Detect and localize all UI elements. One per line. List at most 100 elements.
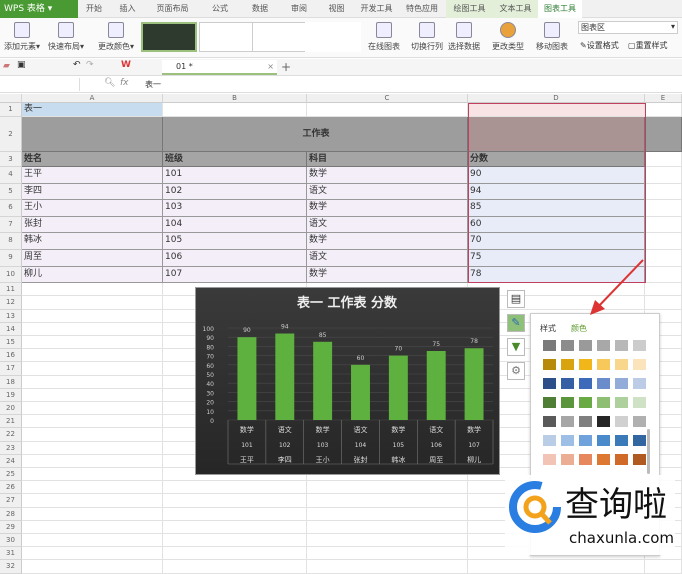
- color-swatch[interactable]: [633, 359, 646, 370]
- tab-color[interactable]: 颜色: [571, 323, 587, 334]
- tab-6[interactable]: 视图: [318, 0, 355, 18]
- color-swatch[interactable]: [633, 340, 646, 351]
- row-header[interactable]: 16: [0, 349, 22, 363]
- redo-icon[interactable]: ↷: [86, 60, 94, 70]
- color-swatch[interactable]: [543, 378, 556, 389]
- color-swatch[interactable]: [543, 359, 556, 370]
- cell[interactable]: 分数: [468, 152, 645, 167]
- tab-4[interactable]: 数据: [240, 0, 280, 18]
- color-swatch[interactable]: [615, 340, 628, 351]
- color-swatch[interactable]: [543, 435, 556, 446]
- color-swatch[interactable]: [633, 454, 646, 465]
- color-swatch[interactable]: [633, 397, 646, 408]
- cell[interactable]: [163, 560, 307, 574]
- cell[interactable]: [645, 152, 682, 167]
- cell[interactable]: 102: [163, 183, 307, 201]
- new-tab-button[interactable]: +: [281, 60, 291, 74]
- cell[interactable]: [22, 296, 163, 310]
- cell[interactable]: 语文: [307, 250, 468, 267]
- row-header[interactable]: 8: [0, 233, 22, 250]
- move-chart-button[interactable]: 移动图表: [536, 22, 568, 52]
- row-header[interactable]: 13: [0, 309, 22, 323]
- cell[interactable]: 数学: [307, 167, 468, 184]
- row-header[interactable]: 20: [0, 402, 22, 416]
- close-tab-icon[interactable]: ×: [267, 60, 277, 74]
- tab-style[interactable]: 样式: [540, 323, 556, 334]
- color-swatch[interactable]: [615, 397, 628, 408]
- wps-app-menu-button[interactable]: WPS 表格 ▾: [0, 0, 78, 18]
- chart-style-1[interactable]: [141, 22, 197, 52]
- cell[interactable]: [307, 520, 468, 534]
- cell[interactable]: [163, 103, 307, 117]
- cell-title[interactable]: 工作表: [163, 117, 468, 152]
- color-swatch[interactable]: [561, 416, 574, 427]
- row-header[interactable]: 1: [0, 103, 22, 117]
- cell[interactable]: 103: [163, 200, 307, 217]
- chart-style-brush-button[interactable]: ✎: [507, 314, 525, 332]
- cell[interactable]: [22, 375, 163, 389]
- color-swatch[interactable]: [597, 397, 610, 408]
- change-color-button[interactable]: 更改颜色▾: [98, 22, 134, 52]
- cell[interactable]: [645, 183, 682, 201]
- switch-row-col-button[interactable]: 切换行列: [411, 22, 443, 52]
- cell[interactable]: 周至: [22, 250, 163, 267]
- cell[interactable]: [22, 322, 163, 336]
- tab-9[interactable]: 绘图工具: [446, 0, 493, 18]
- row-header[interactable]: 6: [0, 200, 22, 217]
- column-header-D[interactable]: D: [468, 94, 645, 103]
- quick-layout-button[interactable]: 快速布局▾: [48, 22, 84, 52]
- cell[interactable]: 数学: [307, 200, 468, 217]
- cell[interactable]: [307, 547, 468, 561]
- cell[interactable]: [22, 468, 163, 482]
- cell[interactable]: 科目: [307, 152, 468, 167]
- column-header-E[interactable]: E: [645, 94, 682, 103]
- row-header[interactable]: 7: [0, 216, 22, 234]
- cell[interactable]: 104: [163, 216, 307, 234]
- cell[interactable]: [645, 216, 682, 234]
- row-header[interactable]: 30: [0, 534, 22, 548]
- cell[interactable]: [307, 560, 468, 574]
- color-swatch[interactable]: [543, 416, 556, 427]
- wps-icon[interactable]: W: [121, 60, 131, 70]
- cell[interactable]: 语文: [307, 183, 468, 201]
- cell[interactable]: 94: [468, 183, 645, 201]
- cell[interactable]: [307, 494, 468, 508]
- cell[interactable]: [307, 507, 468, 521]
- save-icon[interactable]: ▣: [17, 60, 26, 70]
- row-header[interactable]: 3: [0, 152, 22, 167]
- row-header[interactable]: 26: [0, 481, 22, 495]
- cell[interactable]: 90: [468, 167, 645, 184]
- cell[interactable]: 语文: [307, 216, 468, 234]
- color-swatch[interactable]: [561, 340, 574, 351]
- cell[interactable]: 王平: [22, 167, 163, 184]
- color-swatch[interactable]: [615, 416, 628, 427]
- undo-icon[interactable]: ↶: [73, 60, 81, 70]
- color-swatch[interactable]: [597, 359, 610, 370]
- formula-input[interactable]: 表一: [145, 79, 675, 90]
- color-swatch[interactable]: [579, 416, 592, 427]
- color-swatch[interactable]: [561, 435, 574, 446]
- row-header[interactable]: 32: [0, 560, 22, 574]
- color-swatch[interactable]: [633, 378, 646, 389]
- row-header[interactable]: 31: [0, 547, 22, 561]
- set-format-button[interactable]: ✎设置格式: [580, 40, 619, 51]
- color-swatch[interactable]: [597, 378, 610, 389]
- panel-scrollbar[interactable]: [647, 429, 650, 474]
- color-swatch[interactable]: [615, 454, 628, 465]
- select-all-corner[interactable]: [0, 94, 22, 103]
- color-swatch[interactable]: [579, 435, 592, 446]
- tab-8[interactable]: 特色应用: [398, 0, 446, 18]
- row-header[interactable]: 14: [0, 322, 22, 336]
- add-element-button[interactable]: 添加元素▾: [4, 22, 40, 52]
- row-header[interactable]: 24: [0, 454, 22, 468]
- cell[interactable]: [22, 454, 163, 468]
- chart-elements-button[interactable]: ▤: [507, 290, 525, 308]
- cell[interactable]: [22, 283, 163, 297]
- cell[interactable]: 数学: [307, 233, 468, 250]
- cell[interactable]: 姓名: [22, 152, 163, 167]
- cell[interactable]: [22, 507, 163, 521]
- row-header[interactable]: 18: [0, 375, 22, 389]
- chart-style-3[interactable]: [252, 22, 308, 52]
- cell[interactable]: [163, 494, 307, 508]
- chart-filter-button[interactable]: ▼: [507, 338, 525, 356]
